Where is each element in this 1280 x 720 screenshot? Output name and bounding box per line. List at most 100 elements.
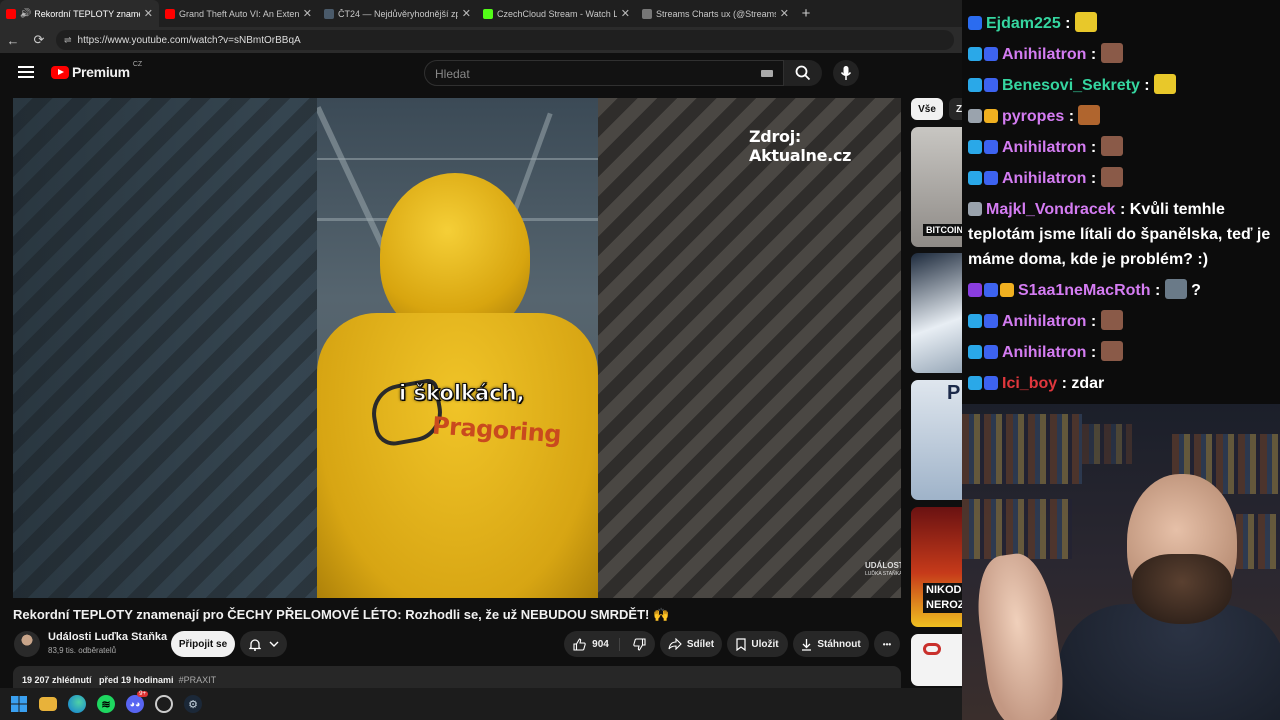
chat-emote-icon — [1100, 136, 1123, 156]
app-logo-icon — [923, 643, 941, 655]
close-tab-icon[interactable]: ✕ — [621, 7, 630, 20]
reload-icon[interactable]: ⟳ — [26, 32, 52, 48]
recommended-video-thumbnail[interactable]: P — [911, 380, 962, 500]
chat-username[interactable]: Ejdam225 — [986, 15, 1061, 32]
search-input[interactable]: Hledat — [424, 60, 784, 86]
menu-icon[interactable] — [18, 66, 34, 78]
chat-separator: : — [1057, 375, 1072, 392]
youtube-logo[interactable]: Premium CZ — [51, 61, 142, 80]
shirt — [317, 313, 598, 598]
chat-badges — [968, 283, 1014, 297]
tab-favicon-icon — [642, 8, 652, 19]
chat-badges — [968, 314, 998, 328]
spotify-icon[interactable]: ≋ — [97, 695, 115, 713]
download-button[interactable]: Stáhnout — [793, 631, 869, 657]
tab-title: CzechCloud Stream - Watch Live o — [497, 8, 617, 19]
chat-separator: : — [1115, 201, 1130, 218]
thumbnail-text: P — [947, 382, 961, 404]
recommended-video-thumbnail[interactable] — [911, 253, 962, 373]
windows-start-icon[interactable] — [10, 695, 28, 713]
back-icon[interactable]: ← — [0, 33, 26, 48]
more-icon: ••• — [882, 639, 892, 649]
close-tab-icon[interactable]: ✕ — [462, 7, 471, 20]
recommendation-chips: Vše Z — [911, 98, 969, 120]
chat-separator: : — [1150, 282, 1165, 299]
tab-title: Streams Charts ux (@StreamsChar — [656, 8, 776, 19]
chat-badge-icon — [984, 345, 998, 359]
chat-username[interactable]: Anihilatron — [1002, 46, 1086, 63]
speaker-icon[interactable]: 🔊 — [20, 8, 31, 19]
browser-tab[interactable]: CzechCloud Stream - Watch Live o ✕ — [477, 0, 636, 27]
channel-name[interactable]: Události Luďka Staňka — [48, 631, 167, 643]
close-tab-icon[interactable]: ✕ — [780, 7, 789, 20]
chat-username[interactable]: Anihilatron — [1002, 170, 1086, 187]
bell-icon — [248, 638, 261, 651]
recommended-video-thumbnail[interactable]: NIKOD NEROZ — [911, 507, 962, 627]
chat-username[interactable]: Benesovi_Sekrety — [1002, 77, 1140, 94]
streamer-webcam — [962, 404, 1280, 720]
close-tab-icon[interactable]: ✕ — [144, 7, 153, 20]
browser-tab[interactable]: Streams Charts ux (@StreamsChar ✕ — [636, 0, 795, 27]
app-icon[interactable] — [155, 695, 173, 713]
browser-tab[interactable]: 🔊Rekordní TEPLOTY znamenají ✕ — [0, 0, 159, 27]
new-tab-button[interactable]: + — [795, 0, 817, 27]
keyboard-icon[interactable] — [761, 70, 773, 77]
chat-username[interactable]: Anihilatron — [1002, 313, 1086, 330]
chat-separator: : — [1086, 170, 1101, 187]
chat-text: zdar — [1071, 375, 1105, 392]
chat-badge-icon — [968, 78, 982, 92]
chat-message: Anihilatron : — [968, 337, 1123, 368]
recommended-video-thumbnail[interactable]: BITCOIN — [911, 127, 962, 247]
chat-badges — [968, 345, 998, 359]
thumbnail-text: BITCOIN — [923, 224, 962, 236]
url-field[interactable]: ⇌ https://www.youtube.com/watch?v=sNBmtO… — [56, 30, 954, 50]
like-button[interactable]: 904 — [573, 637, 620, 651]
chat-username[interactable]: Ici_boy — [1002, 375, 1057, 392]
video-meta-bar[interactable]: 19 207 zhlédnutí před 19 hodinami #PRAXI… — [13, 666, 901, 688]
chat-username[interactable]: Majkl_Vondracek — [986, 201, 1116, 218]
watermark-line-1: UDÁLOSTI — [865, 561, 901, 570]
join-button[interactable]: Připojit se — [171, 631, 235, 657]
recommended-video-thumbnail[interactable] — [911, 634, 962, 686]
chat-separator: : — [1060, 15, 1075, 32]
video-player[interactable]: Pragoring i školkách, Zdroj: Aktualne.cz… — [13, 98, 901, 598]
more-actions-button[interactable]: ••• — [874, 631, 900, 657]
tab-favicon-icon — [6, 8, 16, 19]
share-button[interactable]: Sdílet — [660, 631, 722, 657]
site-info-icon[interactable]: ⇌ — [64, 35, 72, 46]
chat-username[interactable]: S1aa1neMacRoth — [1018, 282, 1151, 299]
screen: 🔊Rekordní TEPLOTY znamenají✕Grand Theft … — [0, 0, 1280, 720]
edge-browser-icon[interactable] — [68, 695, 86, 713]
streamer-hand — [970, 549, 1069, 720]
chat-separator: : — [1086, 344, 1101, 361]
hashtag-link[interactable]: #PRAXIT — [179, 675, 217, 685]
chat-emote-icon — [1164, 279, 1187, 299]
tab-favicon-icon — [324, 8, 334, 19]
chat-message: Anihilatron : — [968, 163, 1123, 194]
steam-icon[interactable]: ⚙ — [184, 695, 202, 713]
chat-username[interactable]: pyropes — [1002, 108, 1064, 125]
tab-title: Grand Theft Auto VI: An Extended — [179, 8, 299, 19]
chat-username[interactable]: Anihilatron — [1002, 139, 1086, 156]
chat-username[interactable]: Anihilatron — [1002, 344, 1086, 361]
chat-badge-icon — [968, 202, 982, 216]
save-button[interactable]: Uložit — [727, 631, 788, 657]
youtube-play-icon — [51, 65, 69, 79]
close-tab-icon[interactable]: ✕ — [303, 7, 312, 20]
dislike-button[interactable] — [625, 637, 646, 651]
notifications-button[interactable] — [240, 631, 287, 657]
discord-icon[interactable]: ◕◕ 9+ — [126, 691, 148, 713]
chat-badge-icon — [968, 47, 982, 61]
chat-message: Ici_boy : zdar — [968, 368, 1104, 399]
browser-tab[interactable]: Grand Theft Auto VI: An Extended ✕ — [159, 0, 318, 27]
channel-avatar[interactable] — [14, 631, 40, 657]
upload-age: před 19 hodinami — [99, 675, 174, 685]
chip-all[interactable]: Vše — [911, 98, 943, 120]
search-button[interactable] — [784, 60, 822, 86]
chat-badge-icon — [984, 376, 998, 390]
browser-tab[interactable]: ČT24 — Nejdůvěryhodnější zpravo ✕ — [318, 0, 477, 27]
file-explorer-icon[interactable] — [39, 697, 57, 711]
chat-separator: : — [1086, 313, 1101, 330]
save-label: Uložit — [751, 638, 779, 650]
voice-search-button[interactable] — [833, 60, 859, 86]
